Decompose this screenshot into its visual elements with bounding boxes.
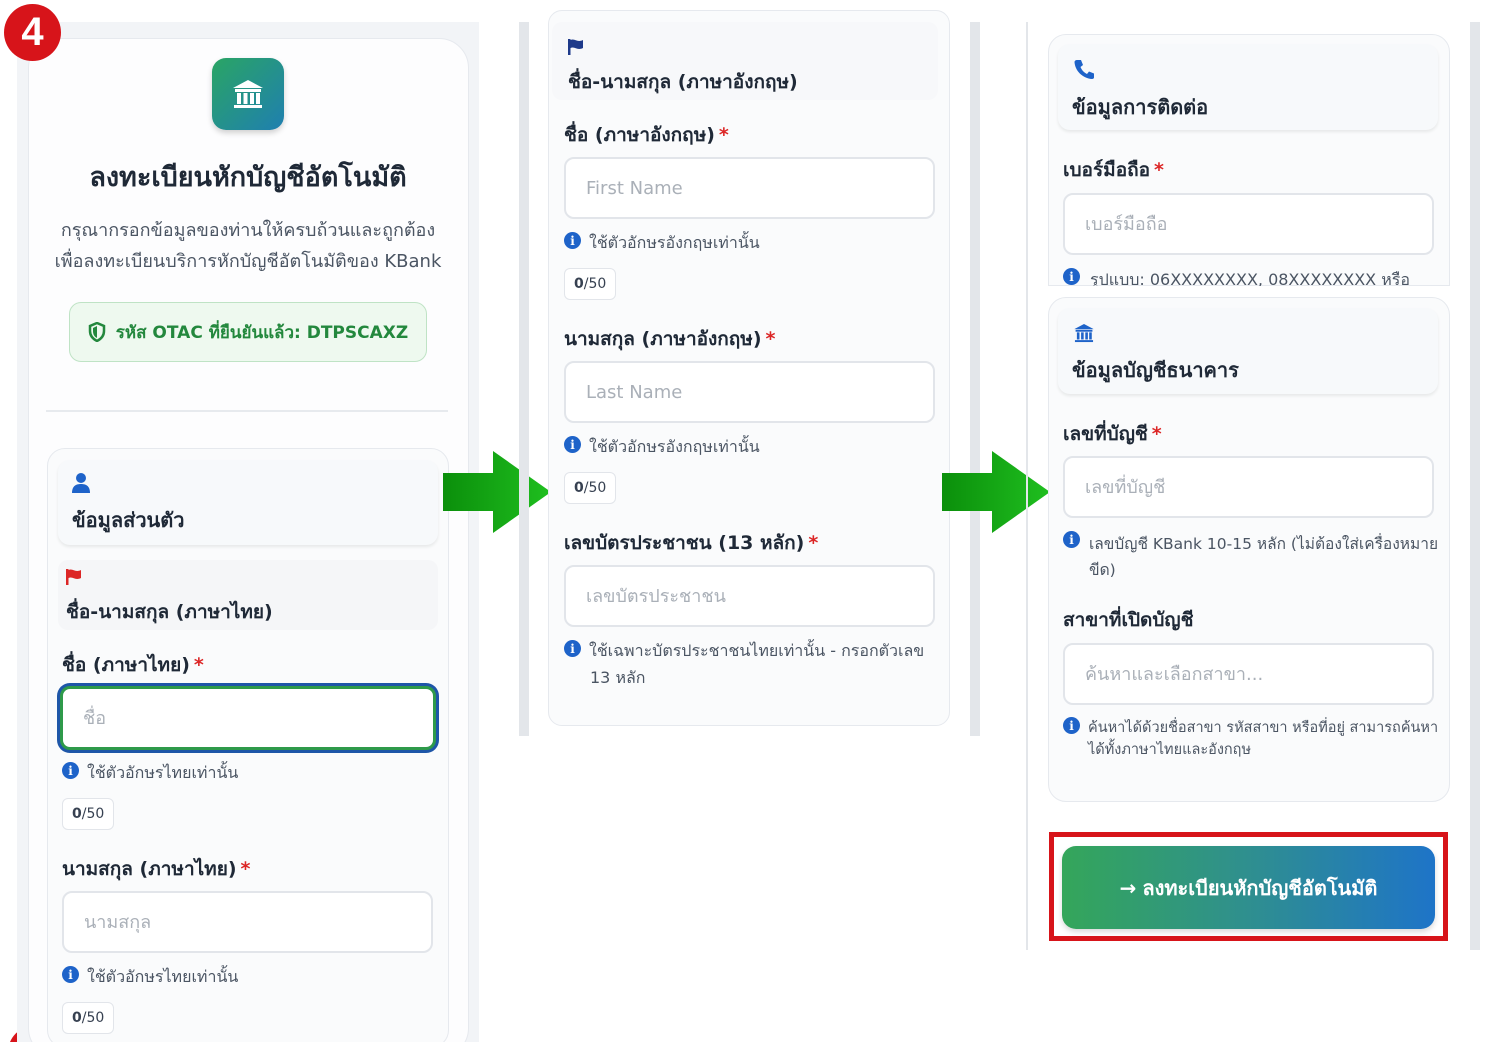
info-icon: i (564, 232, 581, 249)
bank-icon (233, 80, 263, 108)
english-first-name-counter: 0/50 (564, 268, 617, 300)
bank-icon (1074, 323, 1094, 343)
english-first-name-help: ใช้ตัวอักษรอังกฤษเท่านั้น (589, 233, 760, 252)
phone-icon (1074, 60, 1094, 79)
account-number-label: เลขที่บัญชี * (1063, 423, 1162, 445)
info-icon: i (564, 640, 581, 657)
submit-label: ลงทะเบียนหักบัญชีอัตโนมัติ (1142, 875, 1378, 900)
english-first-name-input[interactable] (564, 157, 935, 219)
thai-last-name-help: ใช้ตัวอักษรไทยเท่านั้น (87, 967, 239, 986)
national-id-help-line1: ใช้เฉพาะบัตรประชาชนไทยเท่านั้น - กรอกตัว… (589, 641, 925, 660)
english-last-name-label: นามสกุล (ภาษาอังกฤษ) * (564, 328, 776, 350)
bank-logo-tile (212, 58, 284, 130)
english-last-name-input[interactable] (564, 361, 935, 423)
otac-verified-badge: รหัส OTAC ที่ยืนยันแล้ว: DTPSCAXZ (69, 302, 427, 362)
info-icon: i (1063, 531, 1080, 548)
divider (46, 410, 448, 412)
national-id-label: เลขบัตรประชาชน (13 หลัก) * (564, 532, 819, 554)
contact-title: ข้อมูลการติดต่อ (1072, 95, 1209, 119)
page-subtitle-line1: กรุณากรอกข้อมูลของท่านให้ครบถ้วนและถูกต้… (60, 220, 436, 241)
step-badge: 4 (4, 4, 61, 61)
shield-icon (88, 322, 106, 342)
thai-first-name-label: ชื่อ (ภาษาไทย) * (62, 654, 204, 676)
info-icon: i (564, 436, 581, 453)
branch-help-line1: ค้นหาได้ด้วยชื่อสาขา รหัสสาขา หรือที่อยู… (1088, 720, 1439, 736)
flag-icon (568, 39, 583, 55)
panel-2-left-edge (519, 22, 529, 736)
account-number-input[interactable] (1063, 456, 1434, 518)
info-icon: i (62, 966, 79, 983)
personal-info-title: ข้อมูลส่วนตัว (72, 508, 185, 532)
national-id-help-line2: 13 หลัก (590, 668, 646, 687)
page-subtitle-line2: เพื่อลงทะเบียนบริการหักบัญชีอัตโนมัติของ… (54, 251, 442, 272)
english-last-name-counter: 0/50 (564, 472, 617, 504)
arrow-right-icon: → (1119, 875, 1137, 900)
branch-label: สาขาที่เปิดบัญชี (1063, 609, 1194, 631)
thai-last-name-input[interactable] (62, 891, 433, 953)
english-last-name-help: ใช้ตัวอักษรอังกฤษเท่านั้น (589, 437, 760, 456)
bank-account-title: ข้อมูลบัญชีธนาคาร (1072, 358, 1239, 382)
phone-help-clip: i รูปแบบ: 06XXXXXXXX, 08XXXXXXXX หรือ (1060, 262, 1440, 286)
thai-first-name-input[interactable] (60, 686, 436, 750)
arrow-right-icon (942, 451, 1050, 533)
thai-name-section-title: ชื่อ-นามสกุล (ภาษาไทย) (66, 601, 273, 623)
branch-help-line2: ได้ทั้งภาษาไทยและอังกฤษ (1088, 742, 1252, 758)
thai-first-name-help: ใช้ตัวอักษรไทยเท่านั้น (87, 763, 239, 782)
english-name-section-title: ชื่อ-นามสกุล (ภาษาอังกฤษ) (568, 71, 798, 93)
phone-input[interactable] (1063, 193, 1434, 255)
arrow-right-icon (443, 451, 551, 533)
panel-2-right-edge (970, 22, 980, 736)
info-icon: i (62, 762, 79, 779)
panel-3-right-edge (1470, 22, 1480, 950)
info-icon: i (1063, 268, 1080, 285)
thai-last-name-label: นามสกุล (ภาษาไทย) * (62, 858, 251, 880)
page-title: ลงทะเบียนหักบัญชีอัตโนมัติ (89, 162, 407, 193)
register-submit-button[interactable]: → ลงทะเบียนหักบัญชีอัตโนมัติ (1062, 846, 1435, 929)
phone-help: รูปแบบ: 06XXXXXXXX, 08XXXXXXXX หรือ (1090, 270, 1410, 286)
branch-search-input[interactable] (1063, 643, 1434, 705)
thai-last-name-counter: 0/50 (62, 1002, 115, 1034)
english-first-name-label: ชื่อ (ภาษาอังกฤษ) * (564, 124, 729, 146)
info-icon: i (1063, 717, 1080, 734)
national-id-input[interactable] (564, 565, 935, 627)
user-icon (72, 473, 90, 493)
flag-icon (66, 569, 81, 585)
panel-3-left-edge (1026, 22, 1028, 950)
phone-label: เบอร์มือถือ * (1063, 159, 1164, 181)
account-help-line2: ขีด) (1089, 561, 1116, 579)
thai-first-name-counter: 0/50 (62, 798, 115, 830)
account-help-line1: เลขบัญชี KBank 10-15 หลัก (ไม่ต้องใส่เคร… (1089, 535, 1439, 553)
otac-text: รหัส OTAC ที่ยืนยันแล้ว: DTPSCAXZ (115, 322, 409, 343)
